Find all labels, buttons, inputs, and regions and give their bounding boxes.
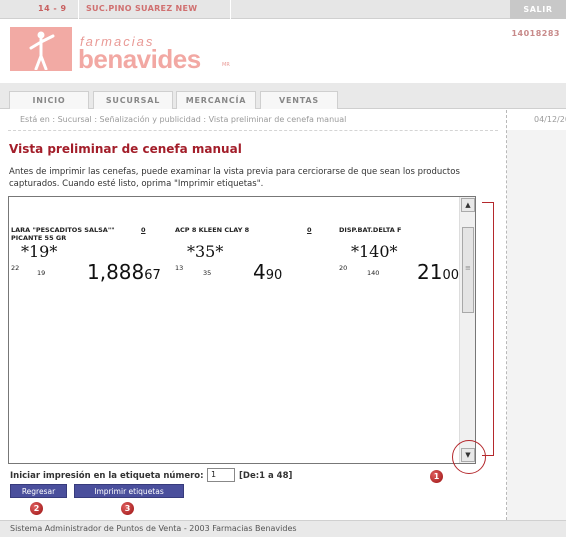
price-decimals: 67 [144, 268, 161, 283]
callout-3: 3 [121, 502, 134, 515]
divider [8, 130, 498, 131]
label-small-number: 19 [37, 269, 46, 277]
person-icon [29, 31, 55, 70]
right-pane [507, 130, 566, 520]
label-preview[interactable]: LARA "PESCADITOS SALSA"" PICANTE 55 GR 0… [8, 196, 476, 464]
label-small-number: 20 [339, 264, 348, 272]
page-description: Antes de imprimir las cenefas, puede exa… [9, 167, 460, 189]
price-decimals: 00 [442, 268, 459, 283]
tab-mercancia[interactable]: MERCANCÍA [176, 91, 256, 109]
tab-ventas[interactable]: VENTAS [260, 91, 338, 109]
divider [230, 0, 231, 19]
price-decimals: 90 [265, 268, 283, 283]
footer-text: Sistema Administrador de Puntos de Venta… [10, 524, 297, 533]
product-code: *140* [351, 242, 398, 261]
product-price: 490 [253, 260, 282, 284]
logo-benavides: benavides [78, 44, 201, 74]
store-name: SUC.PINO SUAREZ NEW [86, 4, 198, 13]
print-labels-button[interactable]: Imprimir etiquetas [74, 484, 184, 498]
product-name: DISP.BAT.DELTA F [339, 226, 402, 234]
top-bar: 14 - 9 SUC.PINO SUAREZ NEW SALIR [0, 0, 566, 19]
store-number: 14 - 9 [38, 4, 67, 13]
ticket-number: 14018283 [511, 29, 560, 38]
tab-inicio[interactable]: INICIO [9, 91, 89, 109]
grip-icon: ≡ [465, 264, 471, 272]
divider [78, 0, 79, 19]
product-code: *35* [187, 242, 224, 261]
product-zero: 0 [307, 226, 312, 234]
product-zero: 0 [141, 226, 146, 234]
start-label-input[interactable]: 1 [207, 468, 235, 482]
label-small-number: 140 [367, 269, 380, 277]
label-small-number: 22 [11, 264, 20, 272]
logo-registered-mark: MR [222, 62, 230, 68]
back-button[interactable]: Regresar [10, 484, 67, 498]
callout-bracket [482, 202, 494, 456]
header: farmacias benavides MR 14018283 [0, 19, 566, 83]
breadcrumb: Está en : Sucursal : Señalización y publ… [20, 115, 347, 124]
current-date: 04/12/2003 [534, 115, 566, 124]
price-integer: 4 [253, 260, 266, 284]
price-integer: 1,888 [87, 260, 145, 284]
tab-sucursal[interactable]: SUCURSAL [93, 91, 173, 109]
product-name: LARA "PESCADITOS SALSA"" PICANTE 55 GR [11, 226, 115, 242]
page-title: Vista preliminar de cenefa manual [9, 142, 242, 156]
callout-1: 1 [430, 470, 443, 483]
scroll-thumb[interactable]: ≡ [462, 227, 474, 313]
label-small-number: 35 [203, 269, 212, 277]
start-label-text: Iniciar impresión en la etiqueta número: [10, 471, 204, 481]
exit-button[interactable]: SALIR [510, 0, 566, 19]
footer: Sistema Administrador de Puntos de Venta… [0, 520, 566, 537]
callout-circle [452, 440, 486, 474]
product-price: 2100 [417, 260, 459, 284]
benavides-logo[interactable]: farmacias benavides MR [10, 27, 230, 75]
label-range: [De:1 a 48] [239, 471, 293, 481]
product-code: *19* [21, 242, 58, 261]
label-small-number: 13 [175, 264, 184, 272]
price-integer: 21 [417, 260, 443, 284]
nav-tabs: INICIO SUCURSAL MERCANCÍA VENTAS [0, 83, 566, 109]
scroll-up-icon[interactable]: ▲ [461, 198, 475, 212]
callout-2: 2 [30, 502, 43, 515]
preview-scrollbar[interactable]: ▲ ≡ ▼ [459, 197, 475, 463]
product-name: ACP 8 KLEEN CLAY 8 [175, 226, 250, 234]
breadcrumb-row: Está en : Sucursal : Señalización y publ… [0, 110, 566, 130]
product-price: 1,88867 [87, 260, 161, 284]
